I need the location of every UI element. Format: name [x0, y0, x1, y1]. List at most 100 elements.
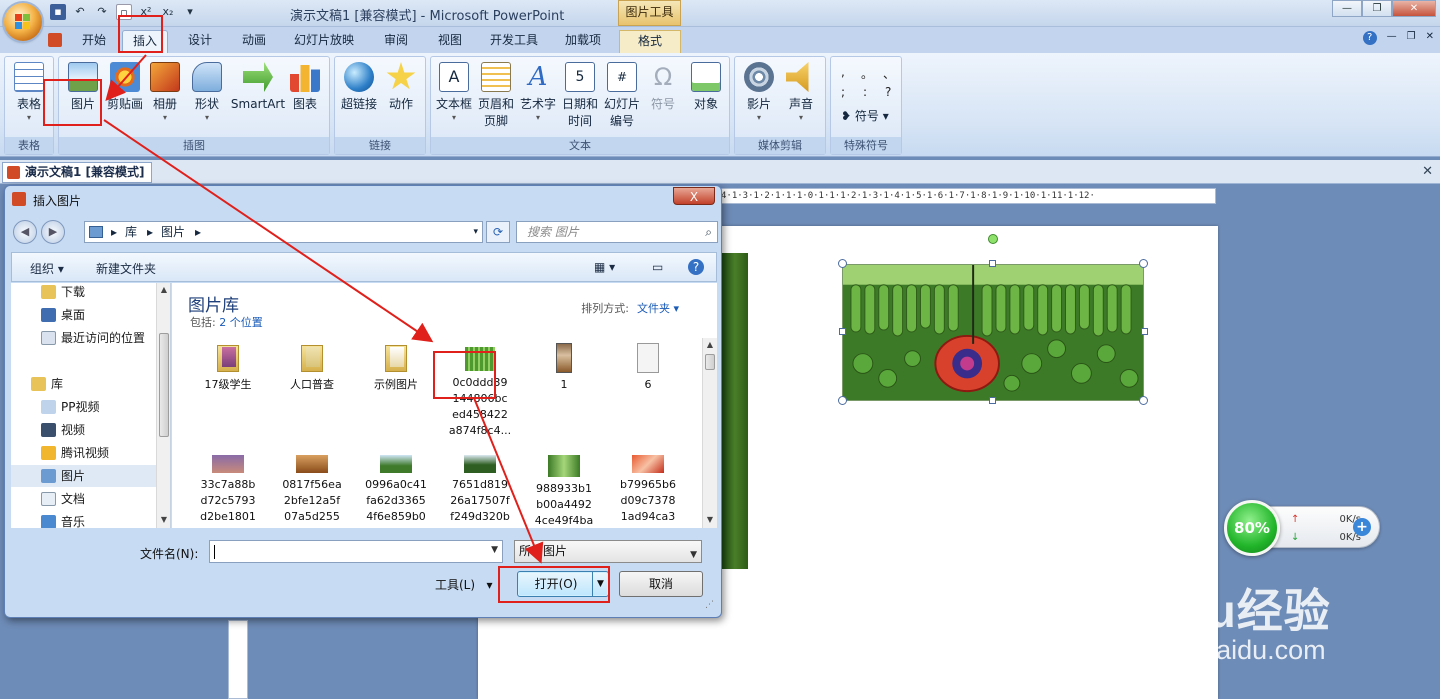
- nav-scrollbar[interactable]: ▲ ▼: [156, 283, 170, 528]
- symbol-question[interactable]: ?: [885, 85, 891, 99]
- nav-item-recent[interactable]: 最近访问的位置: [11, 327, 157, 349]
- textbox-button[interactable]: A 文本框 ▾: [433, 62, 475, 123]
- search-input[interactable]: 搜索 图片 ⌕: [516, 221, 718, 243]
- tools-menu[interactable]: 工具(L) ▾: [435, 576, 493, 593]
- symbol-button[interactable]: Ω 符号: [643, 62, 683, 113]
- preview-pane-icon[interactable]: ▭: [652, 260, 663, 274]
- new-folder-button[interactable]: 新建文件夹: [96, 260, 156, 277]
- customize-qat-icon[interactable]: ▾: [182, 4, 198, 20]
- tab-slideshow[interactable]: 幻灯片放映: [286, 30, 362, 53]
- nav-item-videos[interactable]: 视频: [11, 419, 157, 441]
- resize-handle-bl[interactable]: [838, 396, 847, 405]
- nav-item-libraries[interactable]: 库: [11, 373, 157, 395]
- nav-item-downloads[interactable]: 下载: [11, 283, 157, 303]
- nav-item-pictures[interactable]: 图片: [11, 465, 157, 487]
- breadcrumb-library[interactable]: 库: [125, 222, 137, 242]
- redo-icon[interactable]: ↷: [94, 4, 110, 20]
- help-icon[interactable]: ?: [1362, 31, 1377, 45]
- file-folder-census[interactable]: 人口普查: [272, 343, 352, 393]
- organize-button[interactable]: 组织 ▾: [30, 260, 64, 277]
- refresh-icon[interactable]: ⟳: [486, 221, 510, 243]
- nav-item-tencent-video[interactable]: 腾讯视频: [11, 442, 157, 464]
- file-image-0817f56ea[interactable]: 0817f56ea 2bfe12a5f 07a5d255: [272, 455, 352, 525]
- restore-button[interactable]: ❐: [1362, 0, 1392, 17]
- filename-dropdown-icon[interactable]: ▼: [491, 545, 498, 555]
- locations-link[interactable]: 2 个位置: [219, 316, 263, 329]
- action-button[interactable]: 动作: [381, 62, 421, 113]
- resize-handle-br[interactable]: [1139, 396, 1148, 405]
- filename-input[interactable]: ▼: [209, 540, 503, 563]
- hyperlink-button[interactable]: 超链接: [339, 62, 379, 113]
- office-button[interactable]: [4, 3, 42, 41]
- save-icon[interactable]: ▪: [50, 4, 66, 20]
- wordart-button[interactable]: A 艺术字 ▾: [517, 62, 559, 123]
- photo-album-button[interactable]: 相册 ▾: [147, 62, 183, 123]
- document-close-icon[interactable]: ✕: [1422, 164, 1433, 179]
- tab-design[interactable]: 设计: [178, 30, 222, 53]
- view-options-icon[interactable]: ▦ ▾: [594, 260, 615, 274]
- nav-item-music[interactable]: 音乐: [11, 511, 157, 528]
- nav-item-pp-video[interactable]: PP视频: [11, 396, 157, 418]
- tab-review[interactable]: 审阅: [374, 30, 418, 53]
- close-button[interactable]: ✕: [1392, 0, 1436, 17]
- file-scrollbar[interactable]: ▲ ▼: [702, 338, 717, 528]
- symbol-semicolon[interactable]: ;: [841, 85, 845, 99]
- help-icon-dialog[interactable]: ?: [688, 259, 704, 275]
- doc-restore-icon[interactable]: ❐: [1407, 31, 1416, 45]
- resize-handle-bottom[interactable]: [989, 397, 996, 404]
- breadcrumb-pictures[interactable]: 图片: [161, 222, 185, 242]
- memory-usage-badge[interactable]: 80%: [1224, 500, 1280, 556]
- forward-button[interactable]: ▶: [41, 220, 65, 244]
- resize-handle-left[interactable]: [839, 328, 846, 335]
- file-image-6[interactable]: 6: [608, 343, 688, 393]
- shapes-button[interactable]: 形状 ▾: [189, 62, 225, 123]
- back-button[interactable]: ◀: [13, 220, 37, 244]
- resize-grip[interactable]: ⋰: [705, 600, 714, 610]
- minimize-button[interactable]: —: [1332, 0, 1362, 17]
- doc-close-icon[interactable]: ✕: [1426, 31, 1434, 45]
- plus-icon[interactable]: +: [1353, 518, 1371, 536]
- file-folder-17[interactable]: 17级学生: [188, 343, 268, 393]
- tab-animations[interactable]: 动画: [232, 30, 276, 53]
- rotation-handle[interactable]: [988, 234, 998, 244]
- address-bar[interactable]: ▸ 库 ▸ 图片 ▸ ▾: [84, 221, 483, 243]
- arrange-by-dropdown[interactable]: 文件夹 ▾: [637, 302, 679, 315]
- symbol-colon[interactable]: :: [863, 85, 867, 99]
- tab-format[interactable]: 格式: [619, 30, 681, 53]
- inserted-leaf-picture[interactable]: [842, 264, 1144, 401]
- header-footer-button[interactable]: 页眉和 页脚: [475, 62, 517, 130]
- file-folder-sample[interactable]: 示例图片: [356, 343, 436, 393]
- chart-button[interactable]: 图表: [287, 62, 323, 113]
- file-image-b79965b6[interactable]: b79965b6 d09c7378 1ad94ca3: [608, 455, 688, 525]
- doc-minimize-icon[interactable]: —: [1387, 31, 1397, 45]
- file-image-0996a0c41[interactable]: 0996a0c41 fa62d3365 4f6e859b0: [356, 455, 436, 525]
- object-button[interactable]: 对象: [685, 62, 727, 113]
- slide-number-button[interactable]: # 幻灯片 编号: [601, 62, 643, 130]
- file-image-33c7a88b[interactable]: 33c7a88b d72c5793 d2be1801: [188, 455, 268, 525]
- file-image-988933b1[interactable]: 988933b1 b00a4492 4ce49f4ba: [524, 455, 604, 528]
- tab-addins[interactable]: 加载项: [556, 30, 610, 53]
- symbol-period[interactable]: 。: [861, 65, 873, 82]
- nav-item-desktop[interactable]: 桌面: [11, 304, 157, 326]
- file-image-1[interactable]: 1: [524, 343, 604, 393]
- file-type-filter[interactable]: 所有图片 ▼: [514, 540, 702, 563]
- resize-handle-top[interactable]: [989, 260, 996, 267]
- address-dropdown-icon[interactable]: ▾: [473, 222, 478, 242]
- symbol-dropdown[interactable]: ❥ 符号 ▾: [841, 107, 889, 124]
- symbol-enum-comma[interactable]: 、: [883, 65, 895, 82]
- sound-button[interactable]: 声音 ▾: [781, 62, 821, 123]
- undo-icon[interactable]: ↶: [72, 4, 88, 20]
- file-image-7651d819[interactable]: 7651d819 26a17507f f249d320b: [440, 455, 520, 525]
- symbol-comma[interactable]: ,: [841, 65, 845, 79]
- cancel-button[interactable]: 取消: [619, 571, 703, 597]
- dialog-close-button[interactable]: X: [673, 187, 715, 205]
- movie-button[interactable]: 影片 ▾: [739, 62, 779, 123]
- tab-home[interactable]: 开始: [74, 30, 114, 53]
- tab-developer[interactable]: 开发工具: [482, 30, 546, 53]
- clipart-button[interactable]: 剪贴画: [103, 62, 147, 113]
- smartart-button[interactable]: SmartArt: [229, 62, 287, 113]
- nav-item-documents[interactable]: 文档: [11, 488, 157, 510]
- table-button[interactable]: 表格 ▾: [11, 62, 47, 123]
- resize-handle-tr[interactable]: [1139, 259, 1148, 268]
- resize-handle-tl[interactable]: [838, 259, 847, 268]
